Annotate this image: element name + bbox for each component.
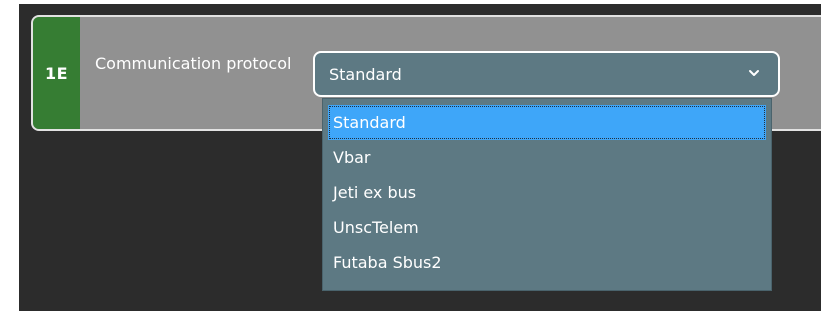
parameter-label: Communication protocol — [95, 54, 292, 73]
dropdown-option-futaba-sbus2[interactable]: Futaba Sbus2 — [328, 245, 766, 280]
communication-protocol-select[interactable]: Standard — [313, 51, 780, 97]
dropdown-option-jeti-ex-bus[interactable]: Jeti ex bus — [328, 175, 766, 210]
chevron-down-icon — [749, 70, 759, 76]
dropdown-options-list: Standard Vbar Jeti ex bus UnscTelem Futa… — [322, 98, 772, 291]
parameter-id-badge: 1E — [33, 17, 80, 129]
dropdown-option-unsctelem[interactable]: UnscTelem — [328, 210, 766, 245]
select-current-value: Standard — [329, 64, 402, 84]
dropdown-option-standard[interactable]: Standard — [328, 105, 766, 140]
dropdown-option-vbar[interactable]: Vbar — [328, 140, 766, 175]
